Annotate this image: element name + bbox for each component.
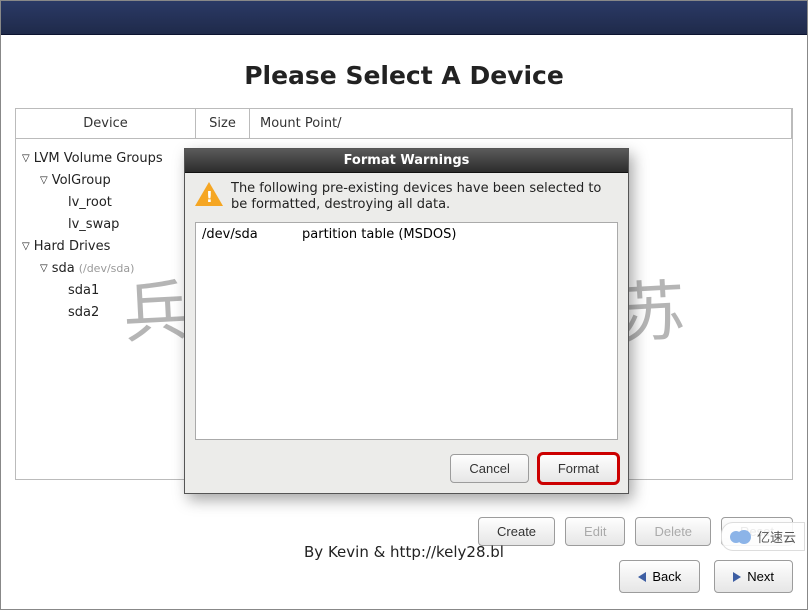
arrow-left-icon (638, 572, 646, 582)
arrow-right-icon (733, 572, 741, 582)
col-size[interactable]: Size (196, 109, 250, 138)
create-button[interactable]: Create (478, 517, 555, 546)
tree-label: lv_swap (68, 217, 119, 232)
col-mount[interactable]: Mount Point/ (250, 109, 792, 138)
tree-label: Hard Drives (34, 239, 111, 254)
cancel-button[interactable]: Cancel (450, 454, 528, 483)
window-topbar (1, 1, 807, 35)
watermark-badge: 亿速云 (721, 522, 805, 551)
tree-label: LVM Volume Groups (34, 151, 163, 166)
warning-icon: ! (195, 181, 223, 209)
device-path: /dev/sda (202, 227, 302, 242)
tree-label: sda1 (68, 283, 99, 298)
footer-credit: By Kevin & http://kely28.bl (1, 543, 807, 561)
tree-label: lv_root (68, 195, 112, 210)
col-device[interactable]: Device (16, 109, 196, 138)
tree-label: sda2 (68, 305, 99, 320)
nav-buttons: Back Next (619, 560, 793, 593)
tree-device-path: (/dev/sda) (79, 262, 135, 275)
list-item[interactable]: /dev/sda partition table (MSDOS) (202, 227, 611, 242)
dialog-buttons: Cancel Format (185, 448, 628, 493)
cloud-icon (730, 530, 752, 544)
dialog-title: Format Warnings (185, 149, 628, 173)
chevron-down-icon: ▽ (40, 175, 48, 186)
table-header: Device Size Mount Point/ (16, 109, 792, 139)
dialog-device-list: /dev/sda partition table (MSDOS) (195, 222, 618, 441)
tree-label: VolGroup (52, 173, 111, 188)
edit-button: Edit (565, 517, 625, 546)
device-desc: partition table (MSDOS) (302, 227, 456, 242)
back-label: Back (652, 569, 681, 584)
chevron-down-icon: ▽ (22, 153, 30, 164)
format-button[interactable]: Format (539, 454, 618, 483)
chevron-down-icon: ▽ (22, 241, 30, 252)
chevron-down-icon: ▽ (40, 263, 48, 274)
next-label: Next (747, 569, 774, 584)
page-title: Please Select A Device (1, 35, 807, 108)
dialog-message: The following pre-existing devices have … (231, 181, 618, 214)
format-warnings-dialog: Format Warnings ! The following pre-exis… (184, 148, 629, 494)
back-button[interactable]: Back (619, 560, 700, 593)
tree-label: sda (52, 261, 75, 276)
badge-label: 亿速云 (757, 527, 796, 546)
next-button[interactable]: Next (714, 560, 793, 593)
delete-button: Delete (635, 517, 711, 546)
